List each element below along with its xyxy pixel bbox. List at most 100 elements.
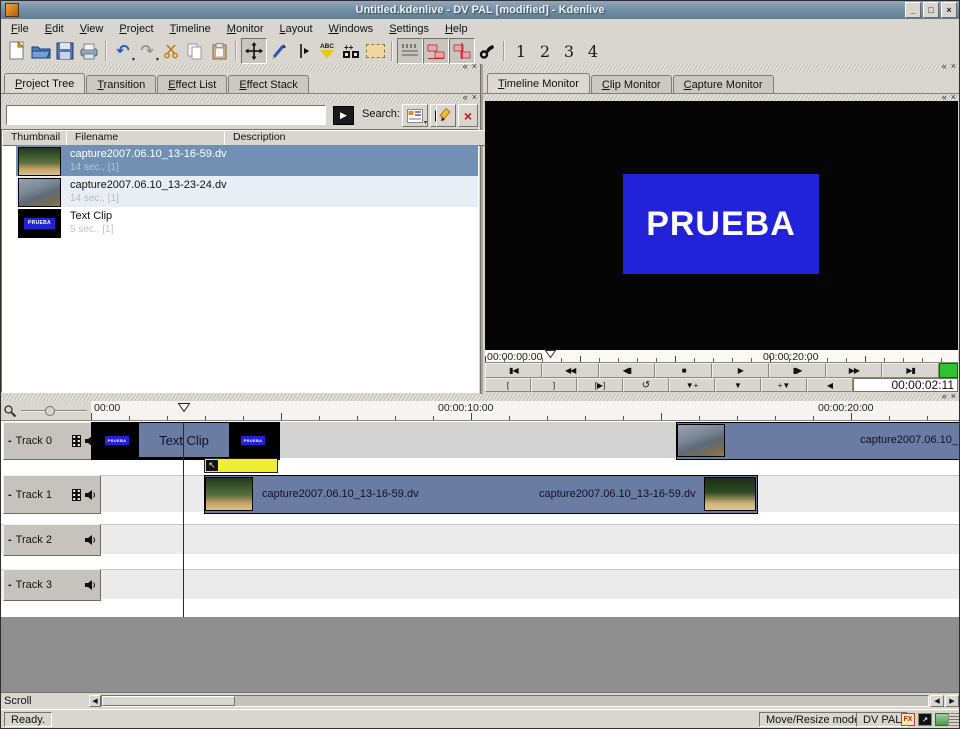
timeline-text-clip[interactable]: PRUEBA Text Clip PRUEBA	[91, 422, 280, 460]
transition-bar[interactable]: ↖	[204, 458, 278, 473]
redo-button[interactable]: ↷▾	[135, 39, 159, 63]
menu-view[interactable]: View	[72, 21, 112, 37]
fast-forward-button[interactable]: ▶▶	[826, 363, 883, 378]
undo-button[interactable]: ↶▾	[111, 39, 135, 63]
scroll-right-arrow[interactable]: ▶	[945, 695, 959, 707]
seek-start-button[interactable]: ▮◀	[485, 363, 542, 378]
column-thumbnail[interactable]: Thumbnail	[2, 130, 76, 146]
delete-clip-button[interactable]: ×	[458, 104, 478, 127]
frame-back-button[interactable]: ◀▮	[599, 363, 656, 378]
frame-forward-button[interactable]: ▮▶	[769, 363, 826, 378]
search-input[interactable]	[6, 105, 326, 125]
stop-button[interactable]: ■	[655, 363, 712, 378]
track-1-header[interactable]: - Track 1	[3, 475, 101, 514]
menu-file[interactable]: File	[3, 21, 37, 37]
record-indicator[interactable]	[939, 363, 958, 378]
timeline-ruler[interactable]: 00:00 00:00:10:00 00:00:20:00	[91, 401, 959, 421]
monitor-ruler[interactable]: 00:00:00:00 00:00:20:00	[485, 350, 958, 363]
tab-effect-stack[interactable]: Effect Stack	[228, 75, 309, 93]
menu-layout[interactable]: Layout	[272, 21, 321, 37]
add-marker-button[interactable]: ▼+	[669, 378, 715, 392]
collapse-icon[interactable]: -	[8, 579, 12, 591]
tab-project-tree[interactable]: Project Tree	[4, 73, 85, 93]
scroll-left-arrow[interactable]: ◀	[89, 695, 101, 707]
clip-list-row[interactable]: PRUEBA Text Clip 5 sec., [1]	[2, 207, 478, 238]
timeline-playhead-marker[interactable]	[178, 403, 190, 412]
open-project-button[interactable]	[29, 39, 53, 63]
thumbnails-toggle-icon[interactable]	[948, 713, 960, 726]
column-description[interactable]: Description	[224, 130, 488, 146]
next-marker-button[interactable]: +▼	[761, 378, 807, 392]
render-button[interactable]	[77, 39, 101, 63]
menu-settings[interactable]: Settings	[381, 21, 437, 37]
menu-monitor[interactable]: Monitor	[219, 21, 272, 37]
timeline-clip-capture2[interactable]: capture2007.06.10_	[676, 422, 960, 460]
track-2-lane[interactable]	[1, 524, 959, 554]
close-button[interactable]: ×	[941, 2, 957, 18]
menu-project[interactable]: Project	[111, 21, 161, 37]
collapse-icon[interactable]: -	[8, 534, 12, 546]
dock-close-icon[interactable]: ×	[951, 392, 956, 401]
copy-button[interactable]	[183, 39, 207, 63]
set-zone-end-button[interactable]: ]	[531, 378, 577, 392]
menu-timeline[interactable]: Timeline	[162, 21, 219, 37]
menu-help[interactable]: Help	[437, 21, 476, 37]
play-zone-button[interactable]: [▶]	[577, 378, 623, 392]
workspace-2-button[interactable]: 2	[533, 42, 557, 61]
timeline-view-audio-button[interactable]	[423, 38, 449, 64]
workspace-4-button[interactable]: 4	[581, 42, 605, 61]
minimize-button[interactable]: _	[905, 2, 921, 18]
tab-capture-monitor[interactable]: Capture Monitor	[673, 75, 774, 93]
timeline-clip-capture1[interactable]: capture2007.06.10_13-16-59.dv capture200…	[204, 475, 758, 514]
scroll-left-arrow[interactable]: ◀	[930, 695, 944, 707]
paste-button[interactable]	[207, 39, 231, 63]
workspace-1-button[interactable]: 1	[509, 42, 533, 61]
goto-marker-button[interactable]: ▼	[715, 378, 761, 392]
tab-clip-monitor[interactable]: Clip Monitor	[591, 75, 672, 93]
column-filename[interactable]: Filename	[66, 130, 234, 146]
spacer-tool-button[interactable]	[291, 39, 315, 63]
maximize-button[interactable]: □	[923, 2, 939, 18]
dock-close-icon[interactable]: ×	[472, 62, 477, 71]
track-3-lane[interactable]	[1, 569, 959, 599]
effects-toggle-icon[interactable]: FX	[901, 713, 915, 726]
loop-zone-button[interactable]: ↺	[623, 378, 669, 392]
dock-close-icon[interactable]: ×	[472, 93, 477, 102]
save-project-button[interactable]	[53, 39, 77, 63]
track-2-header[interactable]: - Track 2	[3, 524, 101, 556]
monitor-toggle-icon[interactable]	[935, 713, 949, 726]
edit-clip-button[interactable]	[436, 104, 456, 127]
view-mode-button[interactable]: ▾	[402, 104, 428, 127]
collapse-icon[interactable]: -	[8, 489, 12, 501]
menu-windows[interactable]: Windows	[321, 21, 382, 37]
tab-timeline-monitor[interactable]: Timeline Monitor	[487, 73, 590, 93]
dock-float-icon[interactable]: «	[942, 392, 947, 401]
cut-button[interactable]	[159, 39, 183, 63]
menu-edit[interactable]: Edit	[37, 21, 72, 37]
workspace-3-button[interactable]: 3	[557, 42, 581, 61]
external-monitor-button[interactable]	[475, 39, 499, 63]
timeline-dock-handle[interactable]: «×	[1, 394, 959, 401]
clip-list-row[interactable]: capture2007.06.10_13-23-24.dv 14 sec., […	[2, 176, 478, 207]
clip-list-row[interactable]: capture2007.06.10_13-16-59.dv 14 sec., […	[2, 145, 478, 176]
timeline-playhead[interactable]	[183, 422, 184, 617]
monitor-dock-handle[interactable]: «×	[483, 64, 959, 72]
timeline-view-thumbs-button[interactable]	[397, 38, 423, 64]
set-zone-start-button[interactable]: [	[485, 378, 531, 392]
zoom-slider-handle[interactable]	[45, 406, 55, 416]
scrollbar-track[interactable]	[101, 695, 929, 707]
dock-float-icon[interactable]: «	[463, 62, 468, 71]
rewind-button[interactable]: ◀◀	[542, 363, 599, 378]
search-go-button[interactable]: ▶	[333, 106, 354, 125]
scrollbar-thumb[interactable]	[102, 696, 235, 706]
track-3-header[interactable]: - Track 3	[3, 569, 101, 601]
project-dock-handle[interactable]: «×	[1, 64, 480, 72]
zoom-slider[interactable]	[21, 404, 87, 418]
tab-transition[interactable]: Transition	[86, 75, 156, 93]
seek-end-button[interactable]: ▶▮	[882, 363, 939, 378]
prev-marker-button[interactable]: ◀	[807, 378, 853, 392]
select-zone-button[interactable]	[363, 39, 387, 63]
move-tool-button[interactable]	[241, 38, 267, 64]
track-0-header[interactable]: - Track 0	[3, 422, 101, 460]
razor-tool-button[interactable]	[267, 39, 291, 63]
